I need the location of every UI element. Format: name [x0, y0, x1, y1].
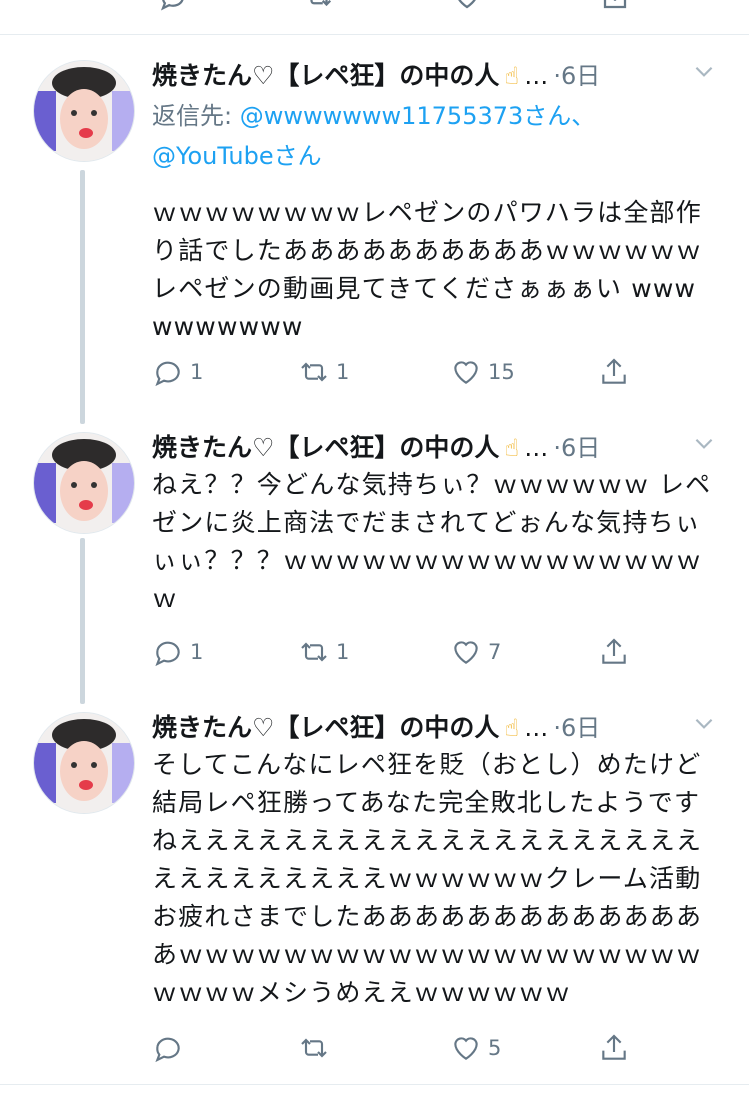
reply-handle-link[interactable]: @YouTubeさん: [152, 142, 322, 170]
heart-icon: [454, 641, 478, 664]
heart-icon[interactable]: [452, 0, 482, 12]
avatar-image: [34, 713, 134, 813]
reply-to-line: 返信先: @wwwwwww11755373さん、 @YouTubeさん: [152, 96, 717, 176]
divider: [0, 1084, 749, 1085]
retweet-button[interactable]: 1: [298, 632, 349, 672]
reply-icon: [155, 1037, 180, 1063]
reply-prefix: 返信先:: [152, 102, 240, 130]
like-count: 7: [488, 640, 502, 664]
reply-count: 1: [190, 640, 204, 664]
retweet-icon: [301, 362, 327, 382]
tweet-actions: 5: [152, 1028, 717, 1068]
timestamp[interactable]: ·6日: [553, 714, 600, 742]
tweet-header: 焼きたん♡【レペ狂】の中の人 ☝ … ·6日: [152, 708, 717, 746]
tweet-text: ねえ？？今どんな気持ちぃ？ｗｗｗｗｗｗ レペゼンに炎上商法でだまされてどぉんな気…: [152, 470, 712, 613]
heart-icon: [454, 361, 478, 384]
retweet-icon: [301, 642, 327, 662]
avatar-image: [34, 61, 134, 161]
tweet-header: 焼きたん♡【レペ狂】の中の人 ☝ … ·6日: [152, 56, 717, 94]
reply-count: 1: [190, 360, 204, 384]
like-button[interactable]: 15: [450, 352, 515, 392]
retweet-count: 1: [336, 640, 350, 664]
display-name[interactable]: 焼きたん♡【レペ狂】の中の人: [152, 433, 499, 462]
share-button[interactable]: [598, 352, 630, 392]
avatar-image: [34, 433, 134, 533]
reply-separator: 、: [571, 102, 596, 130]
like-count: 15: [488, 360, 515, 384]
reply-button[interactable]: 1: [152, 632, 203, 672]
pointing-hand-emoji: ☝: [504, 714, 520, 742]
timestamp[interactable]: ·6日: [553, 62, 600, 90]
tweet-actions: 1 1 7: [152, 632, 717, 672]
previous-tweet-actions: [0, 0, 749, 18]
tweet-text: そしてこんなにレペ狂を貶（おとし）めたけど結局レペ狂勝ってあなた完全敗北したよう…: [152, 750, 703, 1007]
tweet-header: 焼きたん♡【レペ狂】の中の人 ☝ … ·6日: [152, 428, 717, 466]
avatar[interactable]: [33, 432, 135, 534]
reply-button[interactable]: 1: [152, 352, 203, 392]
reply-icon[interactable]: [158, 0, 188, 12]
name-ellipsis: …: [524, 434, 549, 462]
tweet-text: ｗｗｗｗｗｗｗｗレペゼンのパワハラは全部作り話でしたああああああああああｗｗｗｗ…: [152, 198, 703, 341]
display-name[interactable]: 焼きたん♡【レペ狂】の中の人: [152, 713, 499, 742]
share-icon: [602, 638, 626, 664]
retweet-button[interactable]: [298, 1028, 336, 1068]
share-button[interactable]: [598, 632, 630, 672]
share-icon[interactable]: [600, 0, 630, 12]
share-icon: [602, 1034, 626, 1060]
avatar[interactable]: [33, 712, 135, 814]
reply-button[interactable]: [152, 1028, 190, 1068]
name-ellipsis: …: [524, 714, 549, 742]
like-button[interactable]: 7: [450, 632, 501, 672]
pointing-hand-emoji: ☝: [504, 62, 520, 90]
avatar[interactable]: [33, 60, 135, 162]
chevron-down-icon[interactable]: [691, 430, 717, 456]
chevron-down-icon[interactable]: [691, 710, 717, 736]
thread-connector-line: [80, 170, 85, 424]
retweet-icon[interactable]: [304, 0, 334, 12]
pointing-hand-emoji: ☝: [504, 434, 520, 462]
reply-icon: [155, 361, 180, 387]
retweet-icon: [301, 1038, 327, 1058]
chevron-down-icon[interactable]: [691, 58, 717, 84]
display-name[interactable]: 焼きたん♡【レペ狂】の中の人: [152, 61, 499, 90]
heart-icon: [454, 1037, 478, 1060]
name-ellipsis: …: [524, 62, 549, 90]
thread-connector-line: [80, 538, 85, 704]
tweet-actions: 1 1 15: [152, 352, 717, 392]
like-button[interactable]: 5: [450, 1028, 501, 1068]
retweet-count: 1: [336, 360, 350, 384]
retweet-button[interactable]: 1: [298, 352, 349, 392]
timestamp[interactable]: ·6日: [553, 434, 600, 462]
reply-handle-link[interactable]: @wwwwwww11755373さん: [240, 102, 572, 130]
like-count: 5: [488, 1036, 502, 1060]
divider: [0, 34, 749, 35]
share-icon: [602, 358, 626, 384]
reply-icon: [155, 641, 180, 667]
share-button[interactable]: [598, 1028, 630, 1068]
